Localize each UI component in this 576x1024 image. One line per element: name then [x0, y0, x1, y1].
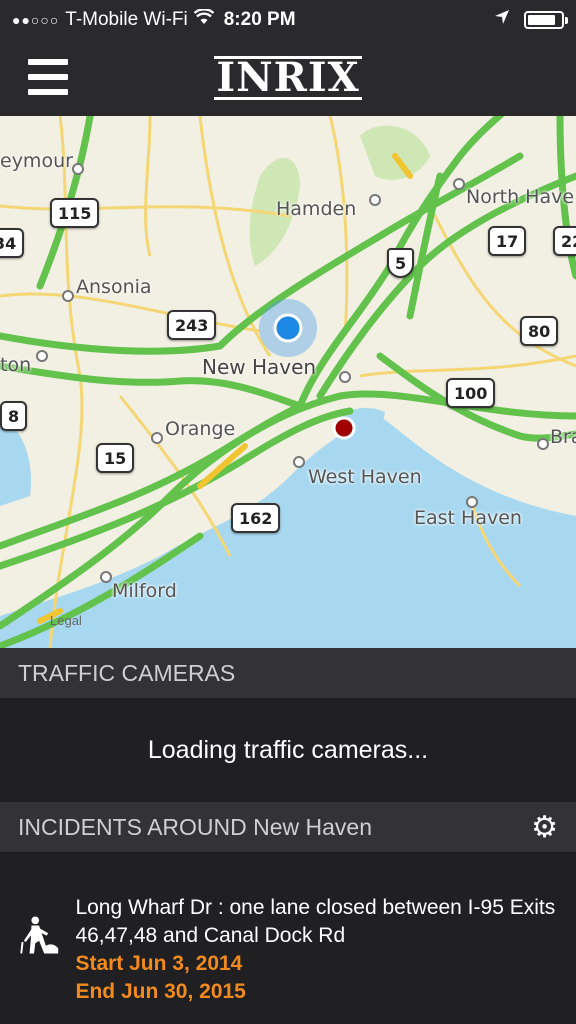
incident-item[interactable]: Long Wharf Dr : one lane closed between … — [0, 854, 576, 1024]
route-shield-34: 34 — [0, 228, 25, 258]
place-label-ansonia: Ansonia — [76, 276, 152, 298]
incident-end-date: End Jun 30, 2015 — [75, 980, 246, 1003]
battery-icon — [524, 11, 568, 29]
place-label-milford: Milford — [112, 580, 177, 602]
incidents-title: INCIDENTS AROUND New Haven — [18, 813, 373, 840]
route-shield-8: 8 — [0, 401, 28, 431]
inrix-logo: INRIX — [214, 54, 362, 101]
place-label-branford: Bra — [550, 426, 576, 448]
cameras-loading-text: Loading traffic cameras... — [147, 735, 429, 764]
traffic-map[interactable]: eymour Hamden North Have Ansonia New Hav… — [0, 116, 576, 648]
wifi-icon — [193, 8, 215, 31]
place-label-shelton: ton — [0, 354, 32, 376]
incident-description: Long Wharf Dr : one lane closed between … — [75, 896, 556, 947]
traffic-cameras-panel: Loading traffic cameras... — [0, 698, 576, 802]
route-shield-80: 80 — [520, 316, 559, 346]
road-work-icon — [20, 916, 59, 954]
map-legal-link[interactable]: Legal — [50, 613, 82, 628]
place-label-new-haven: New Haven — [202, 355, 317, 379]
clock: 8:20 PM — [223, 9, 296, 30]
route-shield-5: 5 — [387, 248, 415, 278]
traffic-cameras-header: TRAFFIC CAMERAS — [0, 648, 576, 698]
status-bar: ●●○○○ T-Mobile Wi-Fi 8:20 PM — [0, 0, 576, 40]
route-shield-162: 162 — [231, 503, 281, 533]
route-shield-17: 17 — [488, 226, 527, 256]
hamburger-menu-icon[interactable] — [28, 59, 68, 95]
place-label-seymour: eymour — [0, 150, 73, 172]
place-label-hamden: Hamden — [276, 198, 357, 220]
route-shield-100: 100 — [446, 378, 496, 408]
gear-icon[interactable]: ⚙ — [531, 810, 558, 845]
carrier-name: T-Mobile Wi-Fi — [65, 9, 188, 30]
signal-strength: ●●○○○ — [12, 12, 60, 28]
place-label-north-haven: North Have — [466, 186, 575, 208]
route-shield-243: 243 — [167, 310, 217, 340]
app-header: INRIX — [0, 40, 576, 116]
location-arrow-icon — [494, 9, 510, 31]
route-shield-15: 15 — [96, 443, 135, 473]
traffic-cameras-title: TRAFFIC CAMERAS — [18, 659, 236, 686]
place-label-west-haven: West Haven — [308, 466, 422, 488]
place-label-east-haven: East Haven — [414, 507, 522, 529]
place-label-orange: Orange — [165, 418, 236, 440]
incident-start-date: Start Jun 3, 2014 — [75, 952, 243, 975]
incidents-header: INCIDENTS AROUND New Haven ⚙ — [0, 802, 576, 852]
route-shield-115: 115 — [50, 198, 100, 228]
route-shield-22: 22 — [553, 226, 576, 256]
